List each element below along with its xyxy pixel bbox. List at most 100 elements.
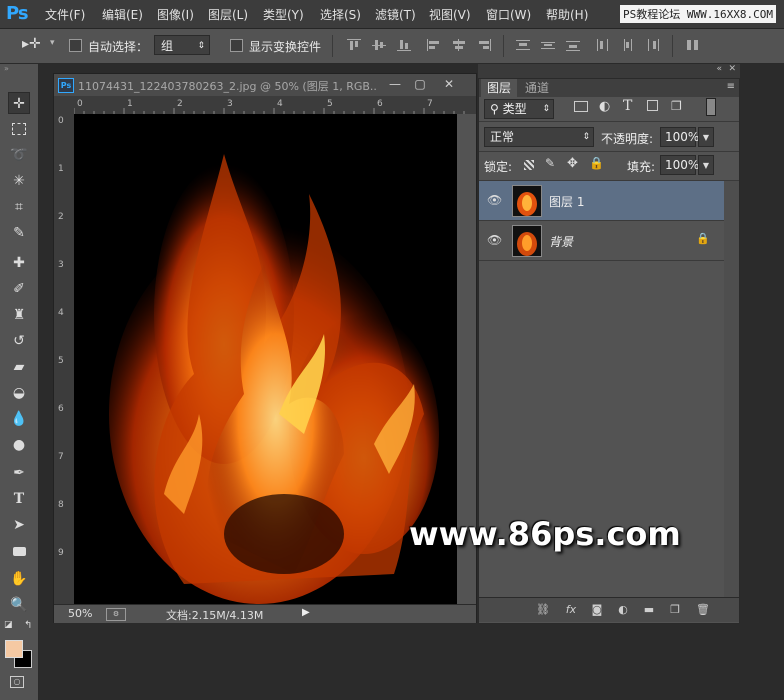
menu-file[interactable]: 文件(F) [45,6,85,23]
filter-type-dropdown[interactable]: ⚲ 类型 ⇕ [484,99,554,119]
status-icon[interactable]: ⚙ [106,608,126,621]
opacity-field[interactable]: 100% [660,127,699,147]
align-left-icon[interactable] [427,39,441,51]
collapse-icon[interactable]: » [4,64,9,73]
lock-all-icon[interactable]: 🔒 [589,156,604,170]
visibility-eye-icon[interactable]: 👁 [487,233,502,247]
rectangle-tool-icon[interactable] [8,540,30,562]
tools-panel: » ✛ ➰ ✳ ⌗ ✎ ✚ ✐ ♜ ↺ ▰ ◒ 💧 ● ✒ T ➤ ✋ 🔍 ◪ … [0,64,39,700]
healing-brush-tool-icon[interactable]: ✚ [8,252,30,274]
magic-wand-tool-icon[interactable]: ✳ [8,170,30,192]
new-layer-icon[interactable]: ❐ [667,603,683,617]
add-mask-icon[interactable]: ◙ [589,603,605,617]
fill-chevron-down-icon[interactable]: ▼ [698,155,714,175]
move-tool-preset-icon[interactable]: ▸✛ [22,36,41,52]
lock-position-icon[interactable]: ✥ [567,156,578,171]
document-tab[interactable]: Ps 11074431_122403780263_2.jpg @ 50% (图层… [54,74,476,96]
layers-scrollbar[interactable] [724,181,739,597]
trash-icon[interactable]: 🗑 [695,603,711,617]
auto-align-icon[interactable] [686,39,700,51]
type-tool-icon[interactable]: T [8,488,30,510]
blend-mode-dropdown[interactable]: 正常 ⇕ [484,127,594,147]
menu-layer[interactable]: 图层(L) [208,6,248,23]
minimize-button[interactable]: — [384,76,406,92]
path-selection-tool-icon[interactable]: ➤ [8,514,30,536]
adjustment-layer-icon[interactable]: ◐ [615,603,631,617]
hand-tool-icon[interactable]: ✋ [8,568,30,590]
menu-filter[interactable]: 滤镜(T) [375,6,416,23]
close-button[interactable]: ✕ [438,76,460,92]
menu-window[interactable]: 窗口(W) [486,6,531,23]
visibility-eye-icon[interactable]: 👁 [487,193,502,207]
distribute-vcenter-icon[interactable] [541,39,555,51]
chevron-down-icon[interactable]: ▾ [50,38,55,48]
filter-adjustment-icon[interactable]: ◐ [599,99,610,114]
layer-name[interactable]: 图层 1 [549,193,584,210]
pen-tool-icon[interactable]: ✒ [8,462,30,484]
filter-type-icon[interactable]: T [623,98,632,114]
quick-mask-icon[interactable]: ○ [10,676,24,688]
default-colors-icon[interactable]: ◪ [4,620,13,630]
new-group-icon[interactable]: ▬ [641,603,657,617]
distribute-bottom-icon[interactable] [566,39,580,51]
paint-bucket-tool-icon[interactable]: ◒ [8,382,30,404]
crop-tool-icon[interactable]: ⌗ [8,196,30,218]
panel-menu-icon[interactable]: ≡ [727,81,735,92]
align-hcenter-icon[interactable] [452,39,466,51]
close-panels-icon[interactable]: ✕ [728,64,736,74]
distribute-right-icon[interactable] [646,39,660,51]
move-tool-icon[interactable]: ✛ [8,92,30,114]
ruler-label: 6 [58,404,64,414]
layer-row[interactable]: 👁 背景 🔒 [479,221,724,261]
lasso-tool-icon[interactable]: ➰ [8,144,30,166]
history-brush-tool-icon[interactable]: ↺ [8,330,30,352]
distribute-top-icon[interactable] [516,39,530,51]
fill-label: 填充: [627,160,656,174]
align-bottom-icon[interactable] [397,39,411,51]
distribute-hcenter-icon[interactable] [621,39,635,51]
opacity-chevron-down-icon[interactable]: ▼ [698,127,714,147]
eraser-tool-icon[interactable]: ▰ [8,356,30,378]
filter-smart-object-icon[interactable]: ❐ [671,99,682,113]
fill-field[interactable]: 100% [660,155,699,175]
lock-transparency-icon[interactable] [524,160,534,170]
collapse-panels-icon[interactable]: « [716,64,722,74]
menu-help[interactable]: 帮助(H) [546,6,588,23]
tab-channels[interactable]: 通道 [519,79,556,97]
blur-tool-icon[interactable]: 💧 [8,408,30,430]
layer-name[interactable]: 背景 [549,233,573,250]
zoom-tool-icon[interactable]: 🔍 [8,594,30,616]
canvas-fire-image[interactable] [74,114,457,604]
status-menu-arrow-icon[interactable]: ▶ [302,607,310,618]
brush-tool-icon[interactable]: ✐ [8,278,30,300]
filter-toggle-switch[interactable] [706,98,716,116]
align-right-icon[interactable] [477,39,491,51]
divider [479,121,739,122]
menu-select[interactable]: 选择(S) [320,6,361,23]
dodge-tool-icon[interactable]: ● [8,434,30,456]
restore-button[interactable]: ▢ [409,76,431,92]
clone-stamp-tool-icon[interactable]: ♜ [8,304,30,326]
tab-layers[interactable]: 图层 [481,79,518,97]
zoom-level[interactable]: 50% [68,607,92,620]
show-transform-checkbox[interactable] [230,39,243,52]
menu-image[interactable]: 图像(I) [157,6,194,23]
align-top-icon[interactable] [347,39,361,51]
layer-row[interactable]: 👁 图层 1 [479,181,724,221]
fx-icon[interactable]: fx [563,603,579,617]
link-layers-icon[interactable]: ⛓ [535,603,551,617]
menu-type[interactable]: 类型(Y) [263,6,304,23]
auto-select-checkbox[interactable] [69,39,82,52]
swap-colors-icon[interactable]: ↰ [24,620,32,631]
filter-pixel-icon[interactable] [574,101,588,112]
marquee-tool-icon[interactable] [8,118,30,140]
menu-edit[interactable]: 编辑(E) [102,6,143,23]
auto-select-dropdown[interactable]: 组 ⇕ [154,35,210,55]
filter-shape-icon[interactable] [647,100,658,111]
menu-view[interactable]: 视图(V) [429,6,471,23]
align-vcenter-icon[interactable] [372,39,386,51]
lock-pixels-icon[interactable]: ✎ [545,156,555,170]
distribute-left-icon[interactable] [596,39,610,51]
eyedropper-tool-icon[interactable]: ✎ [8,222,30,244]
foreground-color-swatch[interactable] [5,640,23,658]
